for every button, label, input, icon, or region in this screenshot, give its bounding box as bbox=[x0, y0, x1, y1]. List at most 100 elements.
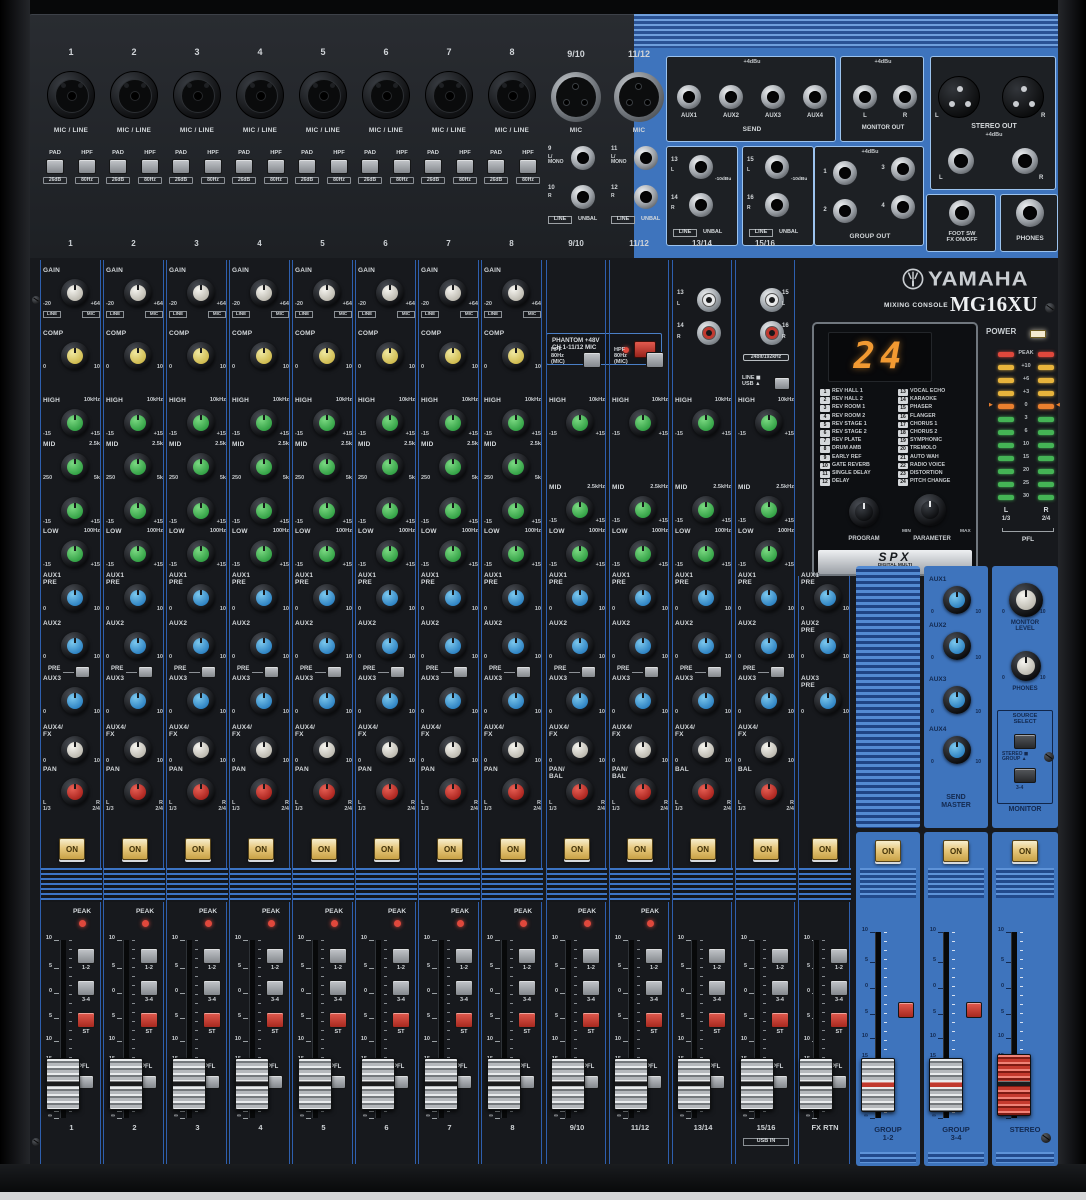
fader-cap[interactable] bbox=[46, 1058, 80, 1110]
pfl-button[interactable] bbox=[772, 1075, 788, 1089]
assign-button-st[interactable] bbox=[329, 1012, 347, 1028]
pfl-button[interactable] bbox=[583, 1075, 599, 1089]
assign-button-st[interactable] bbox=[266, 1012, 284, 1028]
pad-button[interactable] bbox=[298, 159, 316, 174]
hpf-button[interactable] bbox=[267, 159, 285, 174]
assign-button-3-4[interactable] bbox=[771, 980, 789, 996]
hpf-button[interactable] bbox=[141, 159, 159, 174]
assign-button-1-2[interactable] bbox=[708, 948, 726, 964]
pfl-button[interactable] bbox=[456, 1075, 472, 1089]
channel-on-button[interactable]: ON bbox=[753, 838, 779, 860]
pad-button[interactable] bbox=[361, 159, 379, 174]
master-on-button[interactable]: ON bbox=[875, 840, 901, 862]
line-usb-button[interactable] bbox=[774, 377, 790, 390]
pfl-button[interactable] bbox=[78, 1075, 94, 1089]
parameter-knob[interactable] bbox=[914, 494, 946, 526]
assign-button-3-4[interactable] bbox=[77, 980, 95, 996]
assign-button-st[interactable] bbox=[455, 1012, 473, 1028]
assign-button-3-4[interactable] bbox=[645, 980, 663, 996]
channel-on-button[interactable]: ON bbox=[564, 838, 590, 860]
pad-button[interactable] bbox=[235, 159, 253, 174]
assign-button-st[interactable] bbox=[392, 1012, 410, 1028]
assign-button-1-2[interactable] bbox=[392, 948, 410, 964]
master-on-button[interactable]: ON bbox=[1012, 840, 1038, 862]
hpf-button[interactable] bbox=[78, 159, 96, 174]
assign-button-st[interactable] bbox=[582, 1012, 600, 1028]
pad-button[interactable] bbox=[172, 159, 190, 174]
fader-cap[interactable] bbox=[172, 1058, 206, 1110]
st-assign-button[interactable] bbox=[966, 1002, 982, 1018]
master-fader-cap[interactable] bbox=[861, 1058, 895, 1112]
send-master-aux4-knob[interactable] bbox=[943, 736, 971, 764]
pfl-button[interactable] bbox=[646, 1075, 662, 1089]
assign-button-3-4[interactable] bbox=[455, 980, 473, 996]
assign-button-st[interactable] bbox=[645, 1012, 663, 1028]
send-master-aux2-knob[interactable] bbox=[943, 632, 971, 660]
pfl-button[interactable] bbox=[393, 1075, 409, 1089]
fader-cap[interactable] bbox=[614, 1058, 648, 1110]
assign-button-3-4[interactable] bbox=[266, 980, 284, 996]
channel-on-button[interactable]: ON bbox=[374, 838, 400, 860]
st-assign-button[interactable] bbox=[898, 1002, 914, 1018]
hpf-button[interactable] bbox=[204, 159, 222, 174]
fader-cap[interactable] bbox=[677, 1058, 711, 1110]
assign-button-1-2[interactable] bbox=[203, 948, 221, 964]
channel-on-button[interactable]: ON bbox=[812, 838, 838, 860]
pfl-button[interactable] bbox=[204, 1075, 220, 1089]
assign-button-1-2[interactable] bbox=[140, 948, 158, 964]
channel-on-button[interactable]: ON bbox=[627, 838, 653, 860]
channel-on-button[interactable]: ON bbox=[122, 838, 148, 860]
fader-cap[interactable] bbox=[109, 1058, 143, 1110]
channel-on-button[interactable]: ON bbox=[437, 838, 463, 860]
master-fader-cap[interactable] bbox=[997, 1054, 1031, 1116]
fader-cap[interactable] bbox=[487, 1058, 521, 1110]
assign-button-st[interactable] bbox=[203, 1012, 221, 1028]
hpf-button[interactable] bbox=[519, 159, 537, 174]
assign-button-3-4[interactable] bbox=[140, 980, 158, 996]
assign-button-1-2[interactable] bbox=[518, 948, 536, 964]
program-knob[interactable] bbox=[849, 497, 879, 527]
pfl-button[interactable] bbox=[519, 1075, 535, 1089]
assign-button-st[interactable] bbox=[830, 1012, 848, 1028]
fader-cap[interactable] bbox=[298, 1058, 332, 1110]
assign-button-3-4[interactable] bbox=[582, 980, 600, 996]
fader-cap[interactable] bbox=[551, 1058, 585, 1110]
assign-button-1-2[interactable] bbox=[266, 948, 284, 964]
channel-on-button[interactable]: ON bbox=[500, 838, 526, 860]
fader-cap[interactable] bbox=[740, 1058, 774, 1110]
assign-button-st[interactable] bbox=[77, 1012, 95, 1028]
assign-button-3-4[interactable] bbox=[392, 980, 410, 996]
pfl-button[interactable] bbox=[831, 1075, 847, 1089]
assign-button-1-2[interactable] bbox=[645, 948, 663, 964]
hpf-button[interactable] bbox=[456, 159, 474, 174]
assign-button-3-4[interactable] bbox=[203, 980, 221, 996]
channel-on-button[interactable]: ON bbox=[311, 838, 337, 860]
assign-button-1-2[interactable] bbox=[455, 948, 473, 964]
pad-button[interactable] bbox=[109, 159, 127, 174]
hpf-mic-button[interactable] bbox=[583, 352, 601, 368]
assign-button-3-4[interactable] bbox=[329, 980, 347, 996]
master-on-button[interactable]: ON bbox=[943, 840, 969, 862]
hpf-mic-button[interactable] bbox=[646, 352, 664, 368]
fader-cap[interactable] bbox=[361, 1058, 395, 1110]
send-master-aux3-knob[interactable] bbox=[943, 686, 971, 714]
assign-button-3-4[interactable] bbox=[830, 980, 848, 996]
assign-button-1-2[interactable] bbox=[582, 948, 600, 964]
pfl-button[interactable] bbox=[267, 1075, 283, 1089]
assign-button-st[interactable] bbox=[140, 1012, 158, 1028]
assign-button-3-4[interactable] bbox=[708, 980, 726, 996]
pfl-button[interactable] bbox=[330, 1075, 346, 1089]
assign-button-3-4[interactable] bbox=[518, 980, 536, 996]
hpf-button[interactable] bbox=[330, 159, 348, 174]
channel-on-button[interactable]: ON bbox=[59, 838, 85, 860]
channel-on-button[interactable]: ON bbox=[248, 838, 274, 860]
channel-on-button[interactable]: ON bbox=[185, 838, 211, 860]
assign-button-1-2[interactable] bbox=[77, 948, 95, 964]
channel-on-button[interactable]: ON bbox=[690, 838, 716, 860]
assign-button-st[interactable] bbox=[518, 1012, 536, 1028]
master-fader-cap[interactable] bbox=[929, 1058, 963, 1112]
pad-button[interactable] bbox=[46, 159, 64, 174]
pfl-button[interactable] bbox=[141, 1075, 157, 1089]
source-select-button-1[interactable] bbox=[1014, 734, 1036, 749]
source-select-button-2[interactable] bbox=[1014, 768, 1036, 783]
